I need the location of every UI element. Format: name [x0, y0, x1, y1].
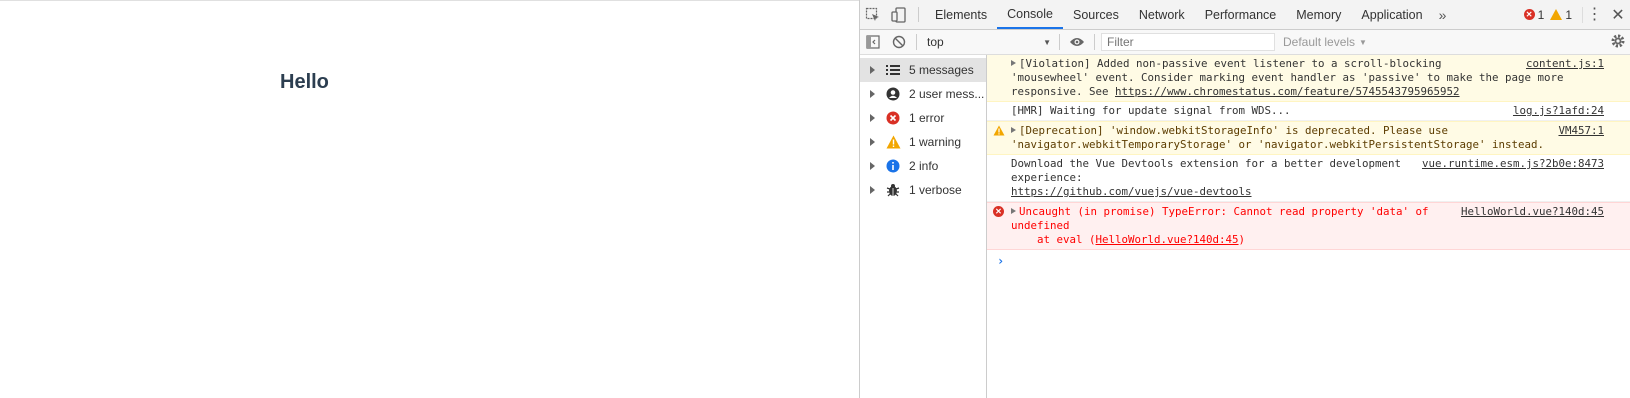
close-devtools-icon[interactable]: ✕: [1606, 5, 1630, 25]
warning-count: 1: [1565, 7, 1572, 22]
caret-down-icon: ▼: [1043, 37, 1051, 47]
error-count: 1: [1537, 7, 1545, 22]
sidebar-item-label: 1 warning: [909, 135, 962, 149]
console-message-violation[interactable]: [Violation] Added non-passive event list…: [987, 55, 1630, 102]
toolbar-divider: [1094, 34, 1095, 50]
console-settings-gear-icon[interactable]: [1610, 33, 1626, 52]
console-main: 5 messages 2 user mess... 1 error 1 warn…: [860, 55, 1630, 398]
sidebar-item-messages[interactable]: 5 messages: [860, 58, 986, 82]
sidebar-item-label: 2 user mess...: [909, 87, 985, 101]
tab-elements[interactable]: Elements: [925, 0, 997, 29]
sidebar-item-user-messages[interactable]: 2 user mess...: [860, 82, 986, 106]
tab-performance[interactable]: Performance: [1195, 0, 1287, 29]
console-messages: [Violation] Added non-passive event list…: [987, 55, 1630, 398]
expand-arrow-icon[interactable]: [1011, 208, 1016, 214]
console-sidebar: 5 messages 2 user mess... 1 error 1 warn…: [860, 55, 987, 398]
context-selector[interactable]: top ▼: [923, 33, 1055, 51]
sidebar-item-label: 1 error: [909, 111, 945, 125]
device-toolbar-icon[interactable]: [886, 0, 912, 29]
message-source-link[interactable]: VM457:1: [1552, 124, 1604, 138]
expand-arrow-icon[interactable]: [1011, 60, 1016, 66]
message-source-link[interactable]: HelloWorld.vue?140d:45: [1454, 205, 1604, 219]
message-link[interactable]: HelloWorld.vue?140d:45: [1096, 233, 1239, 246]
page-viewport: Hello: [0, 0, 859, 398]
toolbar-divider: [1059, 34, 1060, 50]
sidebar-toggle-icon[interactable]: [860, 30, 886, 54]
devtools-tabbar: Elements Console Sources Network Perform…: [860, 0, 1630, 30]
tab-application[interactable]: Application: [1351, 0, 1432, 29]
message-text: experience:: [1011, 171, 1083, 184]
warning-icon: [993, 125, 1005, 137]
context-selector-value: top: [927, 35, 944, 49]
message-source-link[interactable]: log.js?1afd:24: [1507, 104, 1604, 118]
message-text: [Violation] Added non-passive event list…: [1019, 57, 1442, 70]
user-icon: [885, 86, 901, 102]
log-levels-label: Default levels: [1283, 35, 1356, 49]
tab-console[interactable]: Console: [997, 0, 1063, 29]
sidebar-item-warnings[interactable]: 1 warning: [860, 130, 986, 154]
message-text: 'navigator.webkitTemporaryStorage' or 'n…: [1011, 138, 1545, 151]
message-source-link[interactable]: vue.runtime.esm.js?2b0e:8473: [1416, 157, 1604, 171]
message-text: responsive. See: [1011, 85, 1116, 98]
warning-icon: [885, 134, 901, 150]
error-icon: [885, 110, 901, 126]
console-message-log[interactable]: [HMR] Waiting for update signal from WDS…: [987, 102, 1630, 121]
expand-arrow-icon[interactable]: [1011, 127, 1016, 133]
console-message-error[interactable]: ✕ Uncaught (in promise) TypeError: Canno…: [987, 202, 1630, 250]
customize-menu-icon[interactable]: ⋮: [1582, 6, 1606, 23]
expand-arrow-icon: [870, 66, 875, 74]
console-message-log[interactable]: Download the Vue Devtools extension for …: [987, 155, 1630, 202]
warning-icon: [1550, 9, 1563, 20]
message-source-link[interactable]: content.js:1: [1519, 57, 1604, 71]
tabbar-right-controls: ✕ 1 1 ⋮ ✕: [1523, 0, 1630, 29]
sidebar-item-label: 2 info: [909, 159, 939, 173]
tabbar-divider: [918, 7, 919, 22]
console-message-warning[interactable]: [Deprecation] 'window.webkitStorageInfo'…: [987, 121, 1630, 155]
message-link[interactable]: https://www.chromestatus.com/feature/574…: [1115, 85, 1460, 98]
sidebar-item-label: 1 verbose: [909, 183, 962, 197]
tab-network[interactable]: Network: [1129, 0, 1195, 29]
error-counter[interactable]: ✕ 1: [1523, 7, 1545, 22]
list-icon: [885, 62, 901, 78]
live-expression-eye-icon[interactable]: [1064, 30, 1090, 54]
message-text: Uncaught (in promise) TypeError: Cannot …: [1019, 205, 1429, 218]
toolbar-divider: [916, 34, 917, 50]
bug-icon: [885, 182, 901, 198]
error-icon: ✕: [1523, 9, 1535, 20]
console-toolbar: top ▼ Default levels ▼: [860, 30, 1630, 55]
sidebar-item-verbose[interactable]: 1 verbose: [860, 178, 986, 202]
info-icon: [885, 158, 901, 174]
tab-memory[interactable]: Memory: [1286, 0, 1351, 29]
console-prompt[interactable]: ›: [987, 250, 1630, 272]
caret-down-icon: ▼: [1359, 37, 1367, 47]
inspect-element-icon[interactable]: [860, 0, 886, 29]
expand-arrow-icon: [870, 138, 875, 146]
expand-arrow-icon: [870, 162, 875, 170]
message-text: undefined: [1011, 219, 1070, 232]
log-levels-dropdown[interactable]: Default levels ▼: [1283, 35, 1367, 49]
devtools-panel: Elements Console Sources Network Perform…: [859, 0, 1630, 398]
expand-arrow-icon: [870, 114, 875, 122]
page-title: Hello: [280, 71, 329, 93]
warning-counter[interactable]: 1: [1550, 8, 1572, 22]
prompt-chevron-icon: ›: [997, 254, 1005, 268]
clear-console-icon[interactable]: [886, 30, 912, 54]
error-icon: ✕: [993, 206, 1005, 218]
message-text: ): [1238, 233, 1246, 246]
expand-arrow-icon: [870, 90, 875, 98]
message-link[interactable]: https://github.com/vuejs/vue-devtools: [1011, 185, 1252, 198]
expand-arrow-icon: [870, 186, 875, 194]
filter-input[interactable]: [1101, 33, 1275, 51]
more-tabs-button[interactable]: »: [1433, 0, 1451, 29]
message-text: 'mousewheel' event. Consider marking eve…: [1011, 71, 1564, 84]
tab-sources[interactable]: Sources: [1063, 0, 1129, 29]
sidebar-item-errors[interactable]: 1 error: [860, 106, 986, 130]
sidebar-item-info[interactable]: 2 info: [860, 154, 986, 178]
message-text: [Deprecation] 'window.webkitStorageInfo'…: [1019, 124, 1449, 137]
message-text: at eval (: [1037, 233, 1096, 246]
sidebar-item-label: 5 messages: [909, 63, 974, 77]
